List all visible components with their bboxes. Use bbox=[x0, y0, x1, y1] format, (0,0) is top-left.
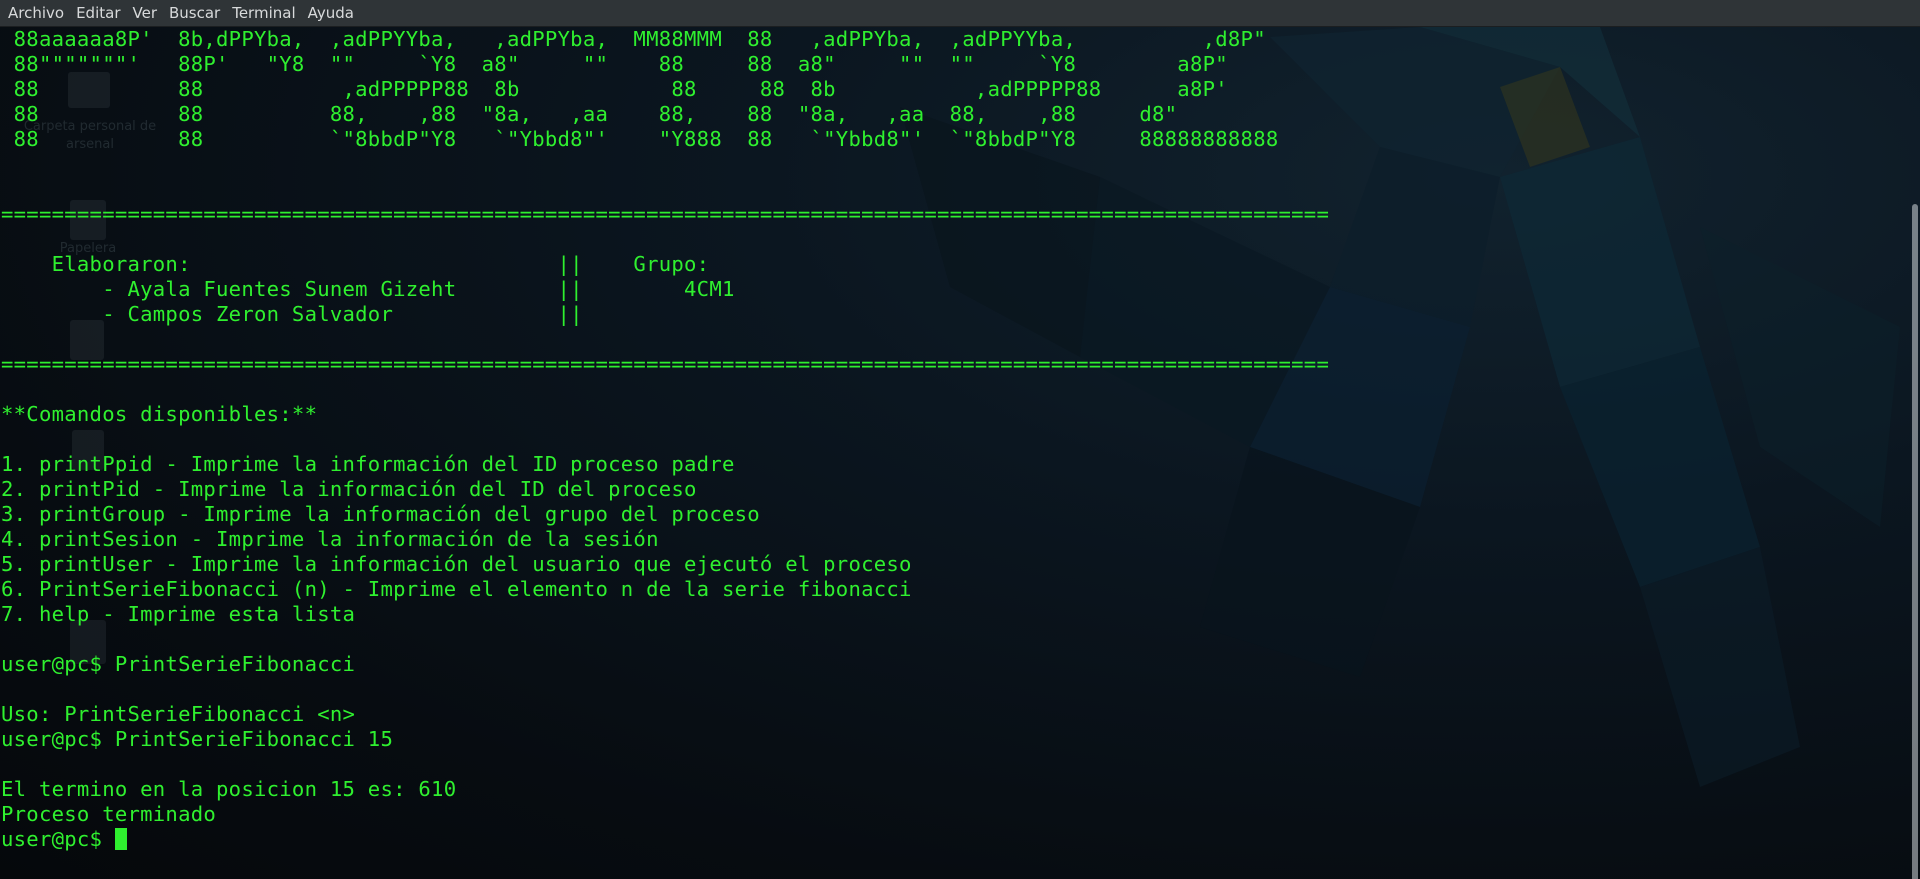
menu-ayuda[interactable]: Ayuda bbox=[302, 4, 360, 22]
terminal-line: 2. printPid - Imprime la información del… bbox=[1, 477, 697, 501]
terminal-line: ========================================… bbox=[1, 202, 1330, 226]
terminal-line: - Ayala Fuentes Sunem Gizeht || 4CM1 bbox=[1, 277, 735, 301]
menu-terminal[interactable]: Terminal bbox=[226, 4, 301, 22]
terminal-line: 88"""""""' 88P' "Y8 "" `Y8 a8" "" 88 88 … bbox=[1, 52, 1228, 76]
terminal-prompt: user@pc$ bbox=[1, 827, 115, 851]
terminal-output: 88aaaaaa8P' 8b,dPPYba, ,adPPYYba, ,adPPY… bbox=[0, 27, 1900, 827]
terminal-line: 88 88 88, ,88 "8a, ,aa 88, 88 "8a, ,aa 8… bbox=[1, 102, 1178, 126]
terminal-line: 7. help - Imprime esta lista bbox=[1, 602, 356, 626]
terminal-line: El termino en la posicion 15 es: 610 bbox=[1, 777, 457, 801]
terminal-line: 88 88 `"8bbdP"Y8 `"Ybbd8"' "Y888 88 `"Yb… bbox=[1, 127, 1279, 151]
menu-ver[interactable]: Ver bbox=[127, 4, 164, 22]
terminal-line: ========================================… bbox=[1, 352, 1330, 376]
terminal-line: 88 88 ,adPPPPP88 8b 88 88 8b ,adPPPPP88 … bbox=[1, 77, 1228, 101]
menu-buscar[interactable]: Buscar bbox=[163, 4, 226, 22]
terminal-line: Elaboraron: || Grupo: bbox=[1, 252, 710, 276]
terminal-line: **Comandos disponibles:** bbox=[1, 402, 318, 426]
terminal-line: 88aaaaaa8P' 8b,dPPYba, ,adPPYYba, ,adPPY… bbox=[1, 27, 1266, 51]
terminal-line: 4. printSesion - Imprime la información … bbox=[1, 527, 659, 551]
terminal-output-area[interactable]: 88aaaaaa8P' 8b,dPPYba, ,adPPYYba, ,adPPY… bbox=[0, 27, 1900, 879]
scrollbar-thumb[interactable] bbox=[1912, 204, 1918, 879]
menu-bar: Archivo Editar Ver Buscar Terminal Ayuda bbox=[0, 0, 1920, 27]
terminal-line: - Campos Zeron Salvador || bbox=[1, 302, 583, 326]
menu-archivo[interactable]: Archivo bbox=[2, 4, 70, 22]
menu-editar[interactable]: Editar bbox=[70, 4, 126, 22]
terminal-line: Proceso terminado bbox=[1, 802, 217, 826]
terminal-line: 1. printPpid - Imprime la información de… bbox=[1, 452, 735, 476]
terminal-scrollbar[interactable] bbox=[1908, 27, 1920, 879]
terminal-prompt-line[interactable]: user@pc$ bbox=[0, 827, 1900, 852]
terminal-line: user@pc$ PrintSerieFibonacci 15 bbox=[1, 727, 394, 751]
terminal-line: Uso: PrintSerieFibonacci <n> bbox=[1, 702, 356, 726]
terminal-line: user@pc$ PrintSerieFibonacci bbox=[1, 652, 356, 676]
terminal-line: 3. printGroup - Imprime la información d… bbox=[1, 502, 760, 526]
terminal-line: 5. printUser - Imprime la información de… bbox=[1, 552, 912, 576]
terminal-line: 6. PrintSerieFibonacci (n) - Imprime el … bbox=[1, 577, 912, 601]
terminal-cursor bbox=[114, 828, 127, 850]
terminal-window: Archivo Editar Ver Buscar Terminal Ayuda… bbox=[0, 0, 1920, 879]
